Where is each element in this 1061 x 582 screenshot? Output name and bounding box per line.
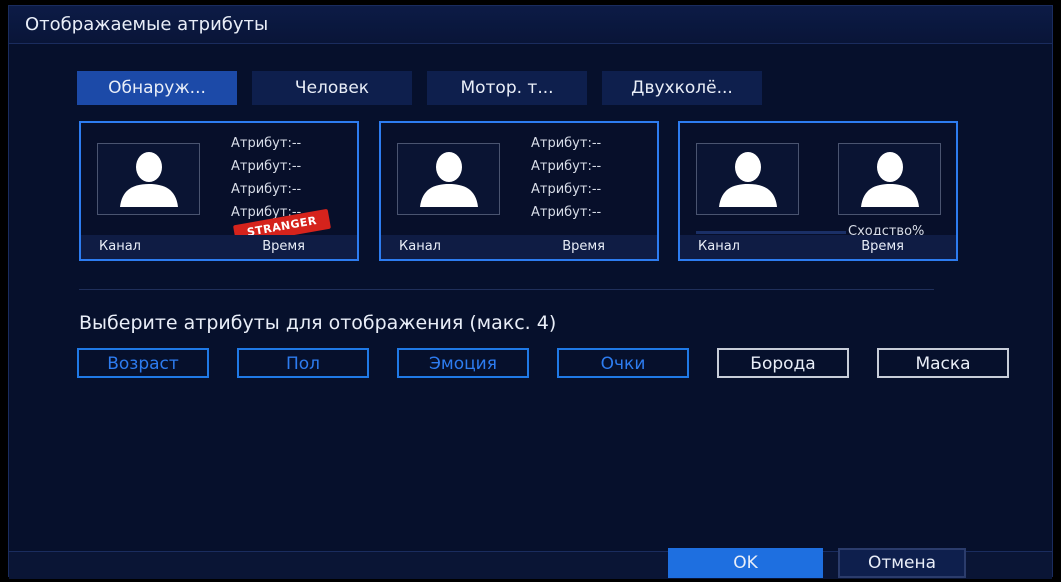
attribute-option-glasses[interactable]: Очки [557,348,689,378]
face-thumbnail [397,143,500,215]
dialog-title: Отображаемые атрибуты [9,6,1052,44]
tab-person[interactable]: Человек [252,71,412,105]
ok-button[interactable]: OK [668,548,823,578]
time-label: Время [262,239,305,254]
channel-label: Канал [99,239,141,254]
attribute-option-age[interactable]: Возраст [77,348,209,378]
tab-detection[interactable]: Обнаруж... [77,71,237,105]
attribute-label: Атрибут:-- [231,136,302,151]
dialog: Отображаемые атрибуты Обнаруж... Человек… [8,5,1053,579]
attribute-option-emotion[interactable]: Эмоция [397,348,529,378]
tab-two-wheeler[interactable]: Двухколё... [602,71,762,105]
preview-card-1: Атрибут:-- Атрибут:-- Атрибут:-- Атрибут… [79,121,359,261]
preview-card-2: Атрибут:-- Атрибут:-- Атрибут:-- Атрибут… [379,121,659,261]
preview-card-3: Сходство% Канал Время [678,121,958,261]
person-silhouette-icon [419,152,478,207]
attribute-label: Атрибут:-- [231,182,302,197]
select-attributes-prompt: Выберите атрибуты для отображения (макс.… [79,312,557,334]
attribute-label: Атрибут:-- [231,159,302,174]
person-silhouette-icon [860,152,919,207]
attribute-label: Атрибут:-- [531,205,602,220]
time-label: Время [562,239,605,254]
attribute-label: Атрибут:-- [531,159,602,174]
attribute-label: Атрибут:-- [531,182,602,197]
captured-face-thumbnail [696,143,799,215]
attribute-option-beard[interactable]: Борода [717,348,849,378]
person-silhouette-icon [718,152,777,207]
cancel-button[interactable]: Отмена [838,548,966,578]
card-footer: Канал Время [81,235,357,259]
card-footer: Канал Время [680,235,956,259]
attribute-label: Атрибут:-- [531,136,602,151]
attribute-option-gender[interactable]: Пол [237,348,369,378]
channel-label: Канал [399,239,441,254]
channel-label: Канал [698,239,740,254]
divider [79,289,934,290]
attribute-option-mask[interactable]: Маска [877,348,1009,378]
library-face-thumbnail [838,143,941,215]
card-footer: Канал Время [381,235,657,259]
person-silhouette-icon [119,152,178,207]
similarity-bar [696,231,846,234]
face-thumbnail [97,143,200,215]
tab-motor-vehicle[interactable]: Мотор. т... [427,71,587,105]
time-label: Время [861,239,904,254]
